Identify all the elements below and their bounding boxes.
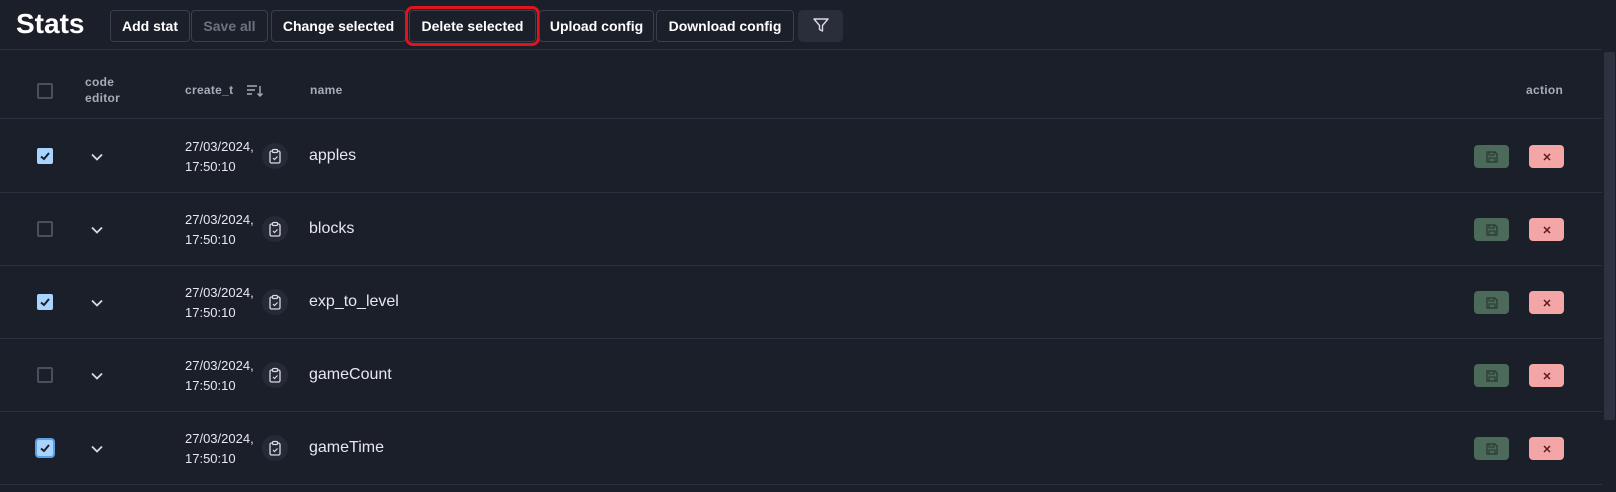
column-create-t[interactable]: create_t (185, 83, 233, 97)
download-config-button[interactable]: Download config (656, 10, 794, 42)
column-code-editor-line2: editor (85, 91, 121, 105)
close-icon (1542, 444, 1551, 453)
save-all-button[interactable]: Save all (191, 10, 268, 42)
table-header: code editor create_t name action (0, 51, 1602, 119)
change-selected-button[interactable]: Change selected (271, 10, 406, 42)
copy-clipboard-icon[interactable] (262, 435, 288, 461)
create-date: 27/03/2024, 17:50:10 (185, 356, 254, 396)
create-date: 27/03/2024, 17:50:10 (185, 137, 254, 177)
upload-config-button[interactable]: Upload config (539, 10, 654, 42)
create-date-time: 17:50:10 (185, 451, 236, 466)
save-row-button[interactable] (1474, 437, 1509, 460)
table-row: 27/03/2024, 17:50:10 exp_to_level (0, 266, 1602, 339)
row-checkbox[interactable] (37, 367, 53, 383)
delete-row-button[interactable] (1529, 145, 1564, 168)
save-icon (1485, 223, 1498, 236)
stat-name: apples (309, 147, 357, 164)
chevron-down-icon[interactable] (88, 440, 106, 458)
table-row: 27/03/2024, 17:50:10 blocks (0, 193, 1602, 266)
delete-row-button[interactable] (1529, 437, 1564, 460)
create-date-time: 17:50:10 (185, 305, 236, 320)
table-row: 27/03/2024, 17:50:10 gameCount (0, 339, 1602, 412)
table-row: 27/03/2024, 17:50:10 apples (0, 120, 1602, 193)
copy-clipboard-icon[interactable] (262, 289, 288, 315)
checkmark-icon (40, 298, 50, 307)
save-row-button[interactable] (1474, 218, 1509, 241)
copy-clipboard-icon[interactable] (262, 216, 288, 242)
stat-name: blocks (309, 220, 355, 237)
chevron-down-icon[interactable] (88, 294, 106, 312)
scrollbar[interactable] (1602, 0, 1616, 492)
create-date-day: 27/03/2024, (185, 431, 254, 446)
chevron-down-icon[interactable] (88, 367, 106, 385)
row-checkbox[interactable] (37, 148, 53, 164)
stat-name: gameCount (309, 366, 392, 383)
stat-name: gameTime (309, 439, 384, 456)
filter-icon (812, 16, 830, 37)
close-icon (1542, 371, 1551, 380)
row-checkbox[interactable] (37, 294, 53, 310)
save-icon (1485, 150, 1498, 163)
close-icon (1542, 225, 1551, 234)
filter-button[interactable] (798, 10, 843, 42)
select-all-checkbox[interactable] (37, 83, 53, 99)
save-icon (1485, 369, 1498, 382)
copy-clipboard-icon[interactable] (262, 362, 288, 388)
copy-clipboard-icon[interactable] (262, 143, 288, 169)
column-action: action (1526, 83, 1564, 97)
row-checkbox[interactable] (37, 440, 53, 456)
checkmark-icon (40, 444, 50, 453)
chevron-down-icon[interactable] (88, 148, 106, 166)
create-date-time: 17:50:10 (185, 232, 236, 247)
column-name: name (310, 83, 343, 97)
checkmark-icon (40, 152, 50, 161)
create-date-time: 17:50:10 (185, 378, 236, 393)
save-icon (1485, 296, 1498, 309)
stat-name: exp_to_level (309, 293, 399, 310)
delete-row-button[interactable] (1529, 364, 1564, 387)
create-date-day: 27/03/2024, (185, 212, 254, 227)
create-date-day: 27/03/2024, (185, 139, 254, 154)
column-code-editor-line1: code (85, 75, 115, 89)
create-date-day: 27/03/2024, (185, 358, 254, 373)
row-checkbox[interactable] (37, 221, 53, 237)
table-row: 27/03/2024, 17:50:10 gameTime (0, 412, 1602, 485)
delete-row-button[interactable] (1529, 291, 1564, 314)
page-title: Stats (16, 8, 85, 39)
save-row-button[interactable] (1474, 145, 1509, 168)
chevron-down-icon[interactable] (88, 221, 106, 239)
close-icon (1542, 298, 1551, 307)
close-icon (1542, 152, 1551, 161)
create-date-time: 17:50:10 (185, 159, 236, 174)
save-icon (1485, 442, 1498, 455)
create-date: 27/03/2024, 17:50:10 (185, 210, 254, 250)
delete-row-button[interactable] (1529, 218, 1564, 241)
sort-icon[interactable] (246, 84, 264, 103)
create-date-day: 27/03/2024, (185, 285, 254, 300)
create-date: 27/03/2024, 17:50:10 (185, 283, 254, 323)
add-stat-button[interactable]: Add stat (110, 10, 190, 42)
save-row-button[interactable] (1474, 291, 1509, 314)
save-row-button[interactable] (1474, 364, 1509, 387)
delete-selected-button[interactable]: Delete selected (405, 6, 540, 46)
toolbar: Stats Add stat Save all Change selected … (0, 0, 1616, 50)
create-date: 27/03/2024, 17:50:10 (185, 429, 254, 469)
scrollbar-thumb[interactable] (1604, 52, 1615, 420)
